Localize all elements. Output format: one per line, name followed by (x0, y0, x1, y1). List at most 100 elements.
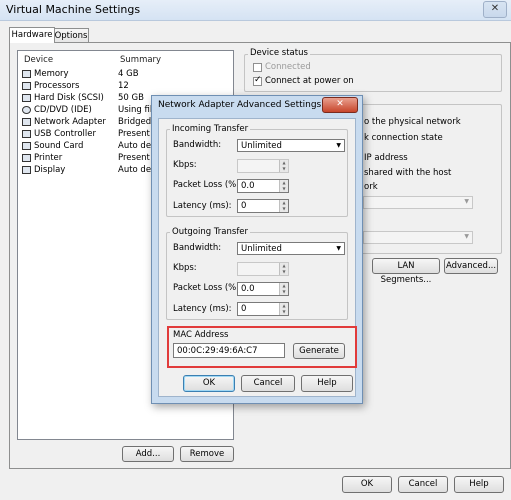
tab-options[interactable]: Options (53, 28, 89, 43)
sound-icon (22, 142, 31, 150)
dialog-cancel-label: Cancel (253, 378, 283, 388)
col-summary-header[interactable]: Summary (120, 55, 161, 65)
incoming-bandwidth-select[interactable]: Unlimited ▼ (237, 139, 345, 152)
chevron-down-icon: ▼ (336, 142, 341, 149)
custom-network-label: ork (364, 182, 378, 192)
chevron-down-icon: ▼ (464, 198, 469, 205)
incoming-kbps-label: Kbps: (173, 160, 197, 170)
vm-settings-screen: { "window": { "title": "Virtual Machine … (0, 0, 511, 500)
device-status-group (244, 54, 502, 92)
hardware-summary: Auto det (118, 141, 155, 151)
hardware-summary: 12 (118, 81, 129, 91)
lan-segments-button[interactable]: LAN Segments... (372, 258, 440, 285)
generate-mac-button[interactable]: Generate (293, 343, 345, 359)
add-hardware-button[interactable]: Add... (122, 446, 174, 462)
outgoing-packet-loss-input[interactable]: 0.0 ▲ ▼ (237, 282, 289, 296)
advanced-label: Advanced... (445, 261, 497, 271)
hardware-name: Network Adapter (34, 117, 106, 127)
incoming-kbps-input[interactable]: ▲ ▼ (237, 159, 289, 173)
hardware-row-processors[interactable]: Processors 12 (18, 81, 230, 93)
mac-address-label: MAC Address (173, 330, 229, 340)
printer-icon (22, 154, 31, 162)
outgoing-latency-label: Latency (ms): (173, 304, 232, 314)
help-label: Help (469, 479, 489, 489)
mac-address-input[interactable]: 00:0C:29:49:6A:C7 (173, 343, 285, 358)
cancel-label: Cancel (408, 479, 438, 489)
help-button[interactable]: Help (454, 476, 504, 493)
dialog-ok-label: OK (202, 378, 216, 388)
outgoing-kbps-input[interactable]: ▲ ▼ (237, 262, 289, 276)
custom-network-select[interactable]: ▼ (363, 196, 473, 209)
hardware-summary: Using fil (118, 105, 153, 115)
spin-down-icon[interactable]: ▼ (279, 186, 288, 192)
remove-hardware-label: Remove (189, 449, 225, 459)
hardware-row-memory[interactable]: Memory 4 GB (18, 69, 230, 81)
chevron-down-icon: ▼ (336, 245, 341, 252)
lan-segment-select[interactable]: ▼ (363, 231, 473, 244)
dialog-cancel-button[interactable]: Cancel (241, 375, 295, 392)
outgoing-bandwidth-select[interactable]: Unlimited ▼ (237, 242, 345, 255)
bridged-description: o the physical network (364, 117, 461, 127)
dialog-close-button[interactable]: ✕ (322, 97, 358, 113)
dialog-title: Network Adapter Advanced Settings (158, 100, 322, 110)
dialog-help-button[interactable]: Help (301, 375, 353, 392)
tab-hardware[interactable]: Hardware (9, 27, 55, 43)
spin-down-icon[interactable]: ▼ (279, 166, 288, 172)
incoming-packet-loss-label: Packet Loss (%): (173, 180, 243, 190)
advanced-button[interactable]: Advanced... (444, 258, 498, 274)
cancel-button[interactable]: Cancel (398, 476, 448, 493)
incoming-latency-label: Latency (ms): (173, 201, 232, 211)
connected-checkbox[interactable] (253, 63, 262, 72)
hardware-name: Printer (34, 153, 63, 163)
col-device-header[interactable]: Device (24, 55, 53, 65)
hardware-summary: Present (118, 153, 150, 163)
spin-down-icon[interactable]: ▼ (279, 309, 288, 315)
hardware-name: CD/DVD (IDE) (34, 105, 92, 115)
spin-down-icon[interactable]: ▼ (279, 289, 288, 295)
processor-icon (22, 82, 31, 90)
ok-button[interactable]: OK (342, 476, 392, 493)
cd-dvd-icon (22, 106, 31, 114)
outgoing-kbps-label: Kbps: (173, 263, 197, 273)
incoming-bandwidth-value: Unlimited (241, 141, 282, 151)
incoming-bandwidth-label: Bandwidth: (173, 140, 222, 150)
dialog-ok-button[interactable]: OK (183, 375, 235, 392)
outgoing-latency-value: 0 (241, 304, 247, 314)
hardware-name: Display (34, 165, 66, 175)
outgoing-packet-loss-label: Packet Loss (%): (173, 283, 243, 293)
incoming-packet-loss-value: 0.0 (241, 181, 255, 191)
add-hardware-label: Add... (135, 449, 161, 459)
hardware-name: USB Controller (34, 129, 96, 139)
connected-label: Connected (265, 62, 311, 72)
device-status-label: Device status (248, 48, 310, 58)
chevron-down-icon: ▼ (464, 233, 469, 240)
window-close-button[interactable]: ✕ (483, 1, 507, 18)
generate-mac-label: Generate (299, 346, 339, 356)
tab-options-label: Options (54, 31, 88, 41)
hardware-name: Processors (34, 81, 80, 91)
replicate-state-label: k connection state (364, 133, 443, 143)
nat-description: IP address (364, 153, 408, 163)
hardware-name: Memory (34, 69, 69, 79)
remove-hardware-button[interactable]: Remove (180, 446, 234, 462)
memory-icon (22, 70, 31, 78)
outgoing-transfer-label: Outgoing Transfer (170, 227, 251, 237)
outgoing-latency-input[interactable]: 0 ▲ ▼ (237, 302, 289, 316)
outgoing-packet-loss-value: 0.0 (241, 284, 255, 294)
hardware-summary: 4 GB (118, 69, 139, 79)
spin-down-icon[interactable]: ▼ (279, 206, 288, 212)
spin-down-icon[interactable]: ▼ (279, 269, 288, 275)
incoming-packet-loss-input[interactable]: 0.0 ▲ ▼ (237, 179, 289, 193)
dialog-help-label: Help (317, 378, 337, 388)
incoming-latency-input[interactable]: 0 ▲ ▼ (237, 199, 289, 213)
mac-address-value: 00:0C:29:49:6A:C7 (177, 346, 258, 356)
hardware-name: Sound Card (34, 141, 84, 151)
hardware-summary: 50 GB (118, 93, 144, 103)
hardware-summary: Present (118, 129, 150, 139)
connect-power-on-label: Connect at power on (265, 76, 354, 86)
dialog-body: Incoming Transfer Bandwidth: Unlimited ▼… (158, 118, 357, 397)
network-adapter-icon (22, 118, 31, 126)
advanced-settings-dialog: Network Adapter Advanced Settings ✕ Inco… (151, 95, 363, 404)
close-icon: ✕ (490, 3, 500, 14)
connect-power-on-checkbox[interactable] (253, 75, 262, 86)
